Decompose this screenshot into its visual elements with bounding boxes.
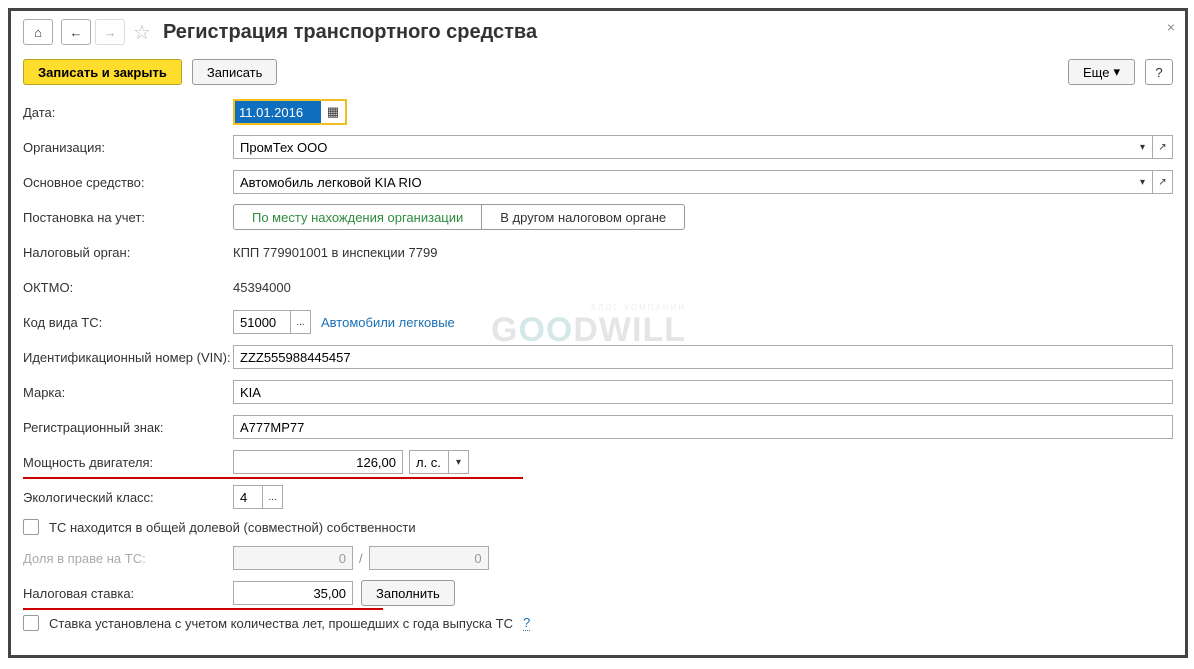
label-tax-authority: Налоговый орган: xyxy=(23,245,233,260)
save-button[interactable]: Записать xyxy=(192,59,278,85)
date-field-wrap: ▦ xyxy=(233,99,347,125)
label-reg-plate: Регистрационный знак: xyxy=(23,420,233,435)
close-icon[interactable]: × xyxy=(1167,19,1175,35)
reg-option-location[interactable]: По месту нахождения организации xyxy=(233,204,482,230)
date-input[interactable] xyxy=(235,101,321,123)
forward-button[interactable]: → xyxy=(95,19,125,45)
org-open-button[interactable]: ↗ xyxy=(1153,135,1173,159)
rate-by-age-label: Ставка установлена с учетом количества л… xyxy=(49,616,513,631)
label-tax-rate: Налоговая ставка: xyxy=(23,586,233,601)
favorite-star-icon[interactable]: ☆ xyxy=(133,20,151,45)
label-engine-power: Мощность двигателя: xyxy=(23,455,233,470)
oktmo-value: 45394000 xyxy=(233,280,291,295)
label-vehicle-code: Код вида ТС: xyxy=(23,315,233,330)
chevron-down-icon: ▾ xyxy=(1113,64,1120,80)
label-oktmo: ОКТМО: xyxy=(23,280,233,295)
engine-power-input[interactable] xyxy=(233,450,403,474)
vehicle-code-input[interactable] xyxy=(233,310,291,334)
eco-class-select-button[interactable]: ... xyxy=(263,485,283,509)
calendar-icon: ▦ xyxy=(327,104,339,120)
fill-button[interactable]: Заполнить xyxy=(361,580,455,606)
back-icon: ← xyxy=(70,25,83,40)
reg-option-other[interactable]: В другом налоговом органе xyxy=(482,204,685,230)
shared-ownership-label: ТС находится в общей долевой (совместной… xyxy=(49,520,416,535)
more-button[interactable]: Еще ▾ xyxy=(1068,59,1135,85)
label-registration: Постановка на учет: xyxy=(23,210,233,225)
rate-help-link[interactable]: ? xyxy=(523,615,530,631)
eco-class-input[interactable] xyxy=(233,485,263,509)
asset-input[interactable] xyxy=(233,170,1133,194)
share-numerator-input xyxy=(233,546,353,570)
asset-dropdown-button[interactable]: ▾ xyxy=(1133,170,1153,194)
forward-icon: → xyxy=(104,25,117,40)
label-vin: Идентификационный номер (VIN): xyxy=(23,350,233,365)
organization-input[interactable] xyxy=(233,135,1133,159)
rate-by-age-checkbox[interactable] xyxy=(23,615,39,631)
label-eco-class: Экологический класс: xyxy=(23,490,233,505)
vehicle-code-select-button[interactable]: ... xyxy=(291,310,311,334)
share-denominator-input xyxy=(369,546,489,570)
save-close-button[interactable]: Записать и закрыть xyxy=(23,59,182,85)
label-organization: Организация: xyxy=(23,140,233,155)
back-button[interactable]: ← xyxy=(61,19,91,45)
highlight-underline-2 xyxy=(23,608,383,610)
fraction-divider: / xyxy=(359,551,363,566)
asset-open-button[interactable]: ↗ xyxy=(1153,170,1173,194)
org-dropdown-button[interactable]: ▾ xyxy=(1133,135,1153,159)
tax-rate-input[interactable] xyxy=(233,581,353,605)
power-unit-dropdown[interactable]: ▾ xyxy=(449,450,469,474)
calendar-button[interactable]: ▦ xyxy=(321,101,345,123)
label-brand: Марка: xyxy=(23,385,233,400)
page-title: Регистрация транспортного средства xyxy=(163,21,537,44)
vehicle-code-link[interactable]: Автомобили легковые xyxy=(321,315,455,330)
power-unit-input[interactable] xyxy=(409,450,449,474)
help-button[interactable]: ? xyxy=(1145,59,1173,85)
highlight-underline xyxy=(23,477,523,479)
label-date: Дата: xyxy=(23,105,233,120)
vin-input[interactable] xyxy=(233,345,1173,369)
home-button[interactable]: ⌂ xyxy=(23,19,53,45)
label-asset: Основное средство: xyxy=(23,175,233,190)
reg-plate-input[interactable] xyxy=(233,415,1173,439)
label-share: Доля в праве на ТС: xyxy=(23,551,233,566)
brand-input[interactable] xyxy=(233,380,1173,404)
shared-ownership-checkbox[interactable] xyxy=(23,519,39,535)
home-icon: ⌂ xyxy=(34,25,42,40)
tax-authority-value: КПП 779901001 в инспекции 7799 xyxy=(233,245,437,260)
